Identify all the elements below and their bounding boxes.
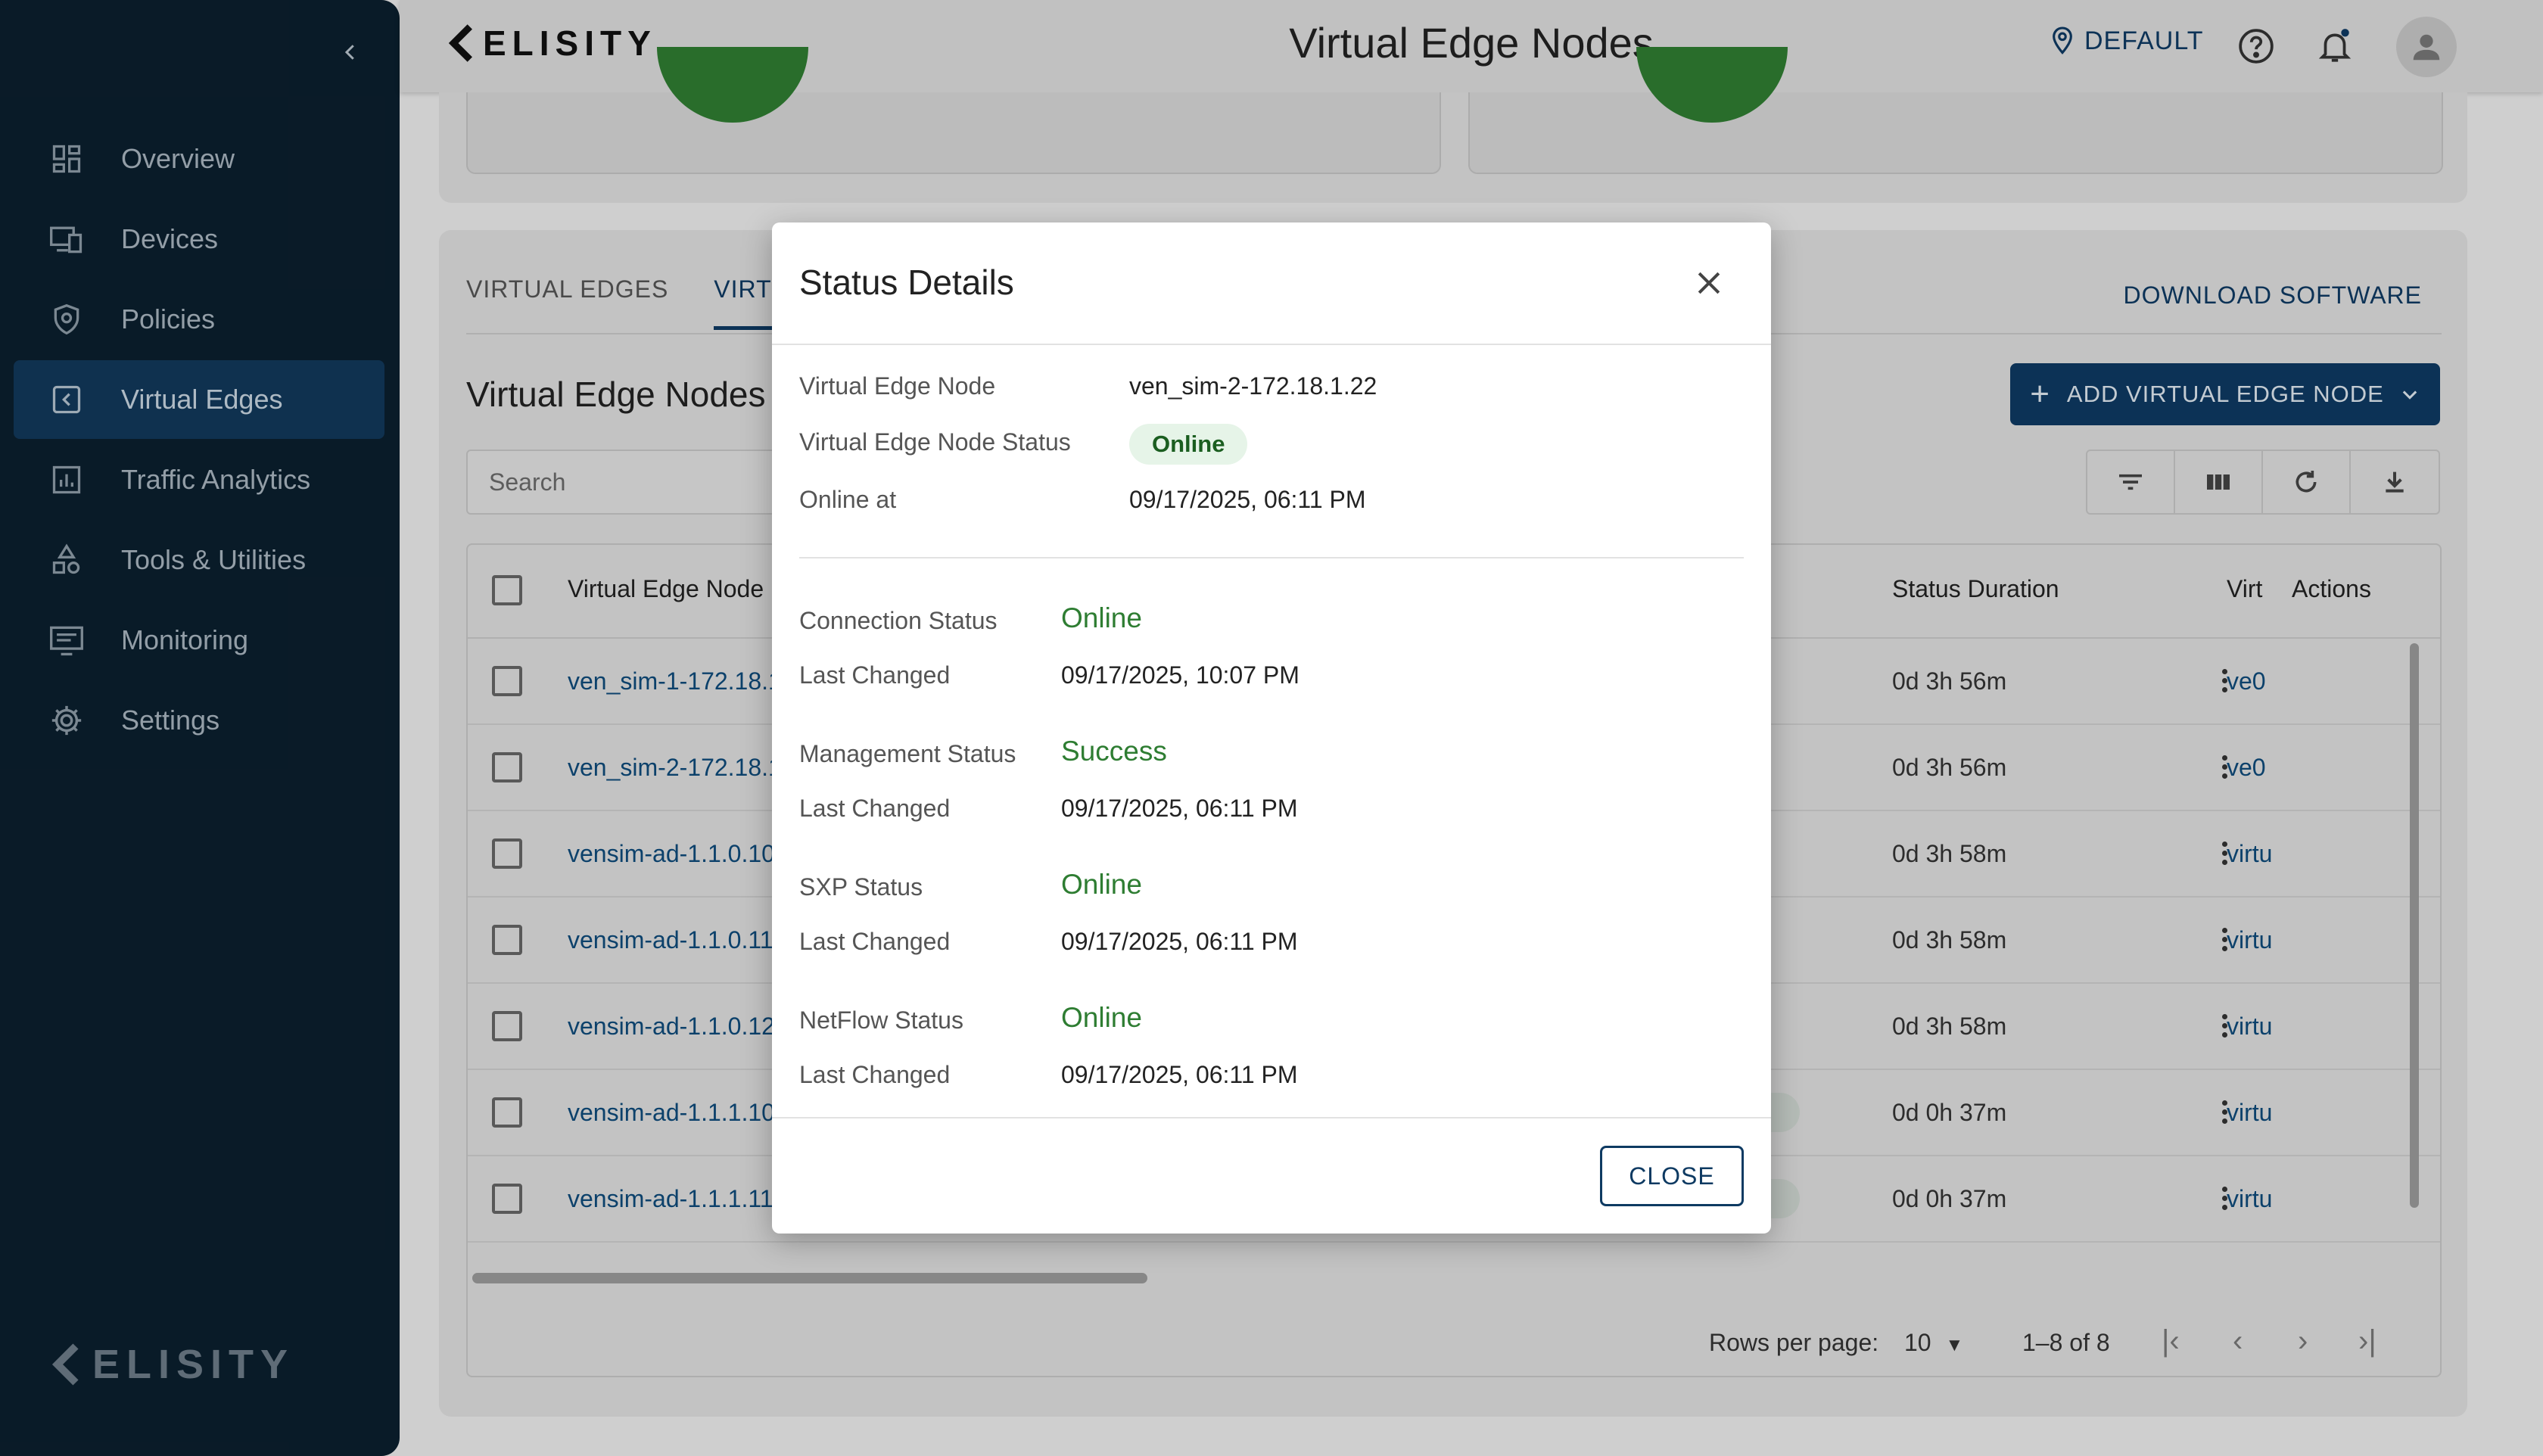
status-badge: Online [1129,424,1248,465]
last-changed-label: Last Changed [799,928,951,955]
dialog-title: Status Details [799,263,1014,302]
node-status-label: Virtual Edge Node Status [799,428,1071,456]
online-at-label: Online at [799,486,897,513]
status-details-dialog: Status Details Virtual Edge Node ven_sim… [772,222,1771,1234]
last-changed-label: Last Changed [799,1061,951,1088]
management-status-label: Management Status [799,740,1016,767]
last-changed-label: Last Changed [799,795,951,822]
close-icon[interactable] [1692,266,1726,300]
connection-status-value: Online [1061,602,1142,633]
management-status-value: Success [1061,736,1167,767]
last-changed-value: 09/17/2025, 10:07 PM [1061,661,1300,689]
netflow-status-value: Online [1061,1002,1142,1033]
last-changed-value: 09/17/2025, 06:11 PM [1061,928,1298,955]
last-changed-value: 09/17/2025, 06:11 PM [1061,795,1298,822]
netflow-status-label: NetFlow Status [799,1006,963,1034]
dialog-footer-divider [772,1117,1771,1118]
last-changed-label: Last Changed [799,661,951,689]
node-label: Virtual Edge Node [799,372,996,400]
sxp-status-label: SXP Status [799,873,923,901]
close-button[interactable]: CLOSE [1600,1146,1744,1206]
sxp-status-value: Online [1061,869,1142,900]
online-at-value: 09/17/2025, 06:11 PM [1129,486,1366,513]
node-value: ven_sim-2-172.18.1.22 [1129,372,1377,400]
connection-status-label: Connection Status [799,607,998,634]
dialog-divider [772,344,1771,345]
last-changed-value: 09/17/2025, 06:11 PM [1061,1061,1298,1088]
section-divider [799,557,1744,558]
